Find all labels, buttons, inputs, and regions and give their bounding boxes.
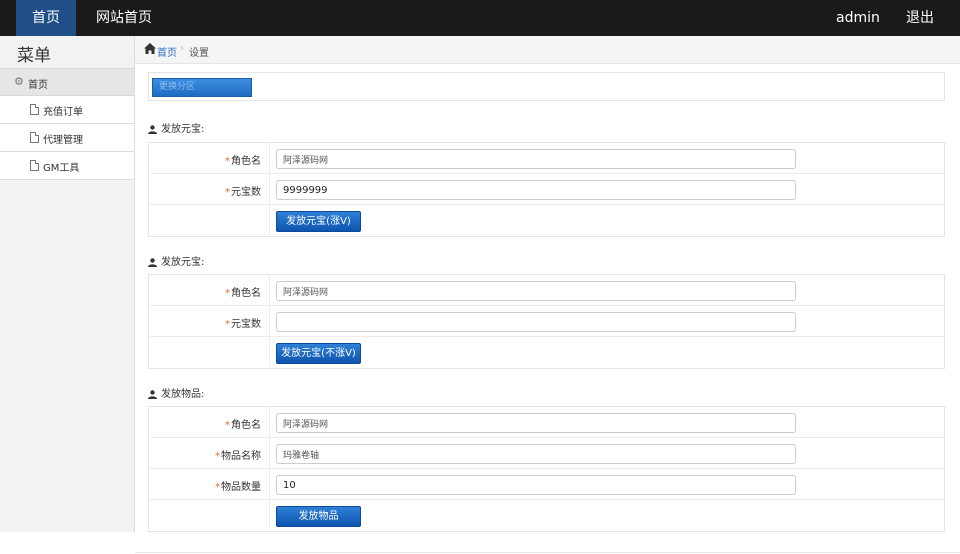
role-name-input[interactable] [276, 413, 796, 433]
breadcrumb: 首页 › 设置 [135, 36, 960, 64]
grant-item-button[interactable]: 发放物品 [276, 506, 361, 527]
divider [135, 552, 960, 553]
zone-bar: 更换分区 [148, 72, 945, 101]
breadcrumb-home-link[interactable]: 首页 [157, 44, 177, 59]
section-title: 发放元宝: [148, 253, 204, 268]
logout-link[interactable]: 退出 [906, 0, 934, 36]
field-label: *角色名 [225, 420, 261, 431]
form-row: *元宝数 [149, 174, 944, 205]
form-row: *角色名 [149, 275, 944, 306]
sidebar: 菜单 ⚙ 首页 充值订单 代理管理 GM工具 [0, 36, 135, 532]
field-label: *物品数量 [215, 482, 261, 493]
nav-site-home-link[interactable]: 网站首页 [96, 0, 152, 36]
sidebar-group-home[interactable]: ⚙ 首页 [0, 68, 134, 96]
section-title-text: 发放元宝: [161, 257, 205, 268]
form-row: 发放元宝(涨V) [149, 205, 944, 236]
section-title: 发放元宝: [148, 120, 204, 135]
role-name-input[interactable] [276, 281, 796, 301]
section-title-text: 发放物品: [161, 389, 205, 400]
home-icon [144, 43, 156, 54]
field-label: *角色名 [225, 288, 261, 299]
form-row: *物品数量 [149, 469, 944, 500]
grant-ingot-vip-button[interactable]: 发放元宝(涨V) [276, 211, 361, 232]
form-row: *角色名 [149, 407, 944, 438]
ingot-form-vip: *角色名 *元宝数 发放元宝(涨V) [148, 142, 945, 237]
item-quantity-input[interactable] [276, 475, 796, 495]
form-row: *角色名 [149, 143, 944, 174]
sidebar-item-label: 代理管理 [43, 135, 83, 146]
item-form: *角色名 *物品名称 *物品数量 发放物品 [148, 406, 945, 532]
field-label: *元宝数 [225, 319, 261, 330]
top-navbar: 首页 网站首页 admin 退出 [0, 0, 960, 36]
sidebar-item-recharge-orders[interactable]: 充值订单 [0, 96, 134, 124]
sidebar-title: 菜单 [17, 46, 51, 66]
nav-user-name[interactable]: admin [836, 0, 880, 36]
user-icon [148, 389, 157, 399]
gear-icon: ⚙ [14, 75, 24, 88]
document-icon [30, 104, 39, 115]
user-icon [148, 124, 157, 134]
field-label: *物品名称 [215, 451, 261, 462]
grant-ingot-no-vip-button[interactable]: 发放元宝(不涨V) [276, 343, 361, 364]
role-name-input[interactable] [276, 149, 796, 169]
ingot-amount-input[interactable] [276, 180, 796, 200]
document-icon [30, 160, 39, 171]
breadcrumb-current: 设置 [189, 48, 209, 59]
ingot-form-no-vip: *角色名 *元宝数 发放元宝(不涨V) [148, 274, 945, 369]
field-label: *元宝数 [225, 187, 261, 198]
sidebar-item-agent-management[interactable]: 代理管理 [0, 124, 134, 152]
sidebar-item-label: 充值订单 [43, 107, 83, 118]
section-title: 发放物品: [148, 385, 204, 400]
form-row: *物品名称 [149, 438, 944, 469]
sidebar-item-label: GM工具 [43, 163, 80, 174]
item-name-input[interactable] [276, 444, 796, 464]
form-row: *元宝数 [149, 306, 944, 337]
sidebar-group-label: 首页 [28, 80, 48, 91]
sidebar-item-gm-tools[interactable]: GM工具 [0, 152, 134, 180]
user-icon [148, 257, 157, 267]
breadcrumb-separator: › [180, 43, 184, 54]
section-title-text: 发放元宝: [161, 124, 205, 135]
change-zone-button[interactable]: 更换分区 [152, 78, 252, 97]
form-row: 发放元宝(不涨V) [149, 337, 944, 368]
document-icon [30, 132, 39, 143]
ingot-amount-input[interactable] [276, 312, 796, 332]
field-label: *角色名 [225, 156, 261, 167]
nav-home-link[interactable]: 首页 [16, 0, 76, 36]
form-row: 发放物品 [149, 500, 944, 531]
